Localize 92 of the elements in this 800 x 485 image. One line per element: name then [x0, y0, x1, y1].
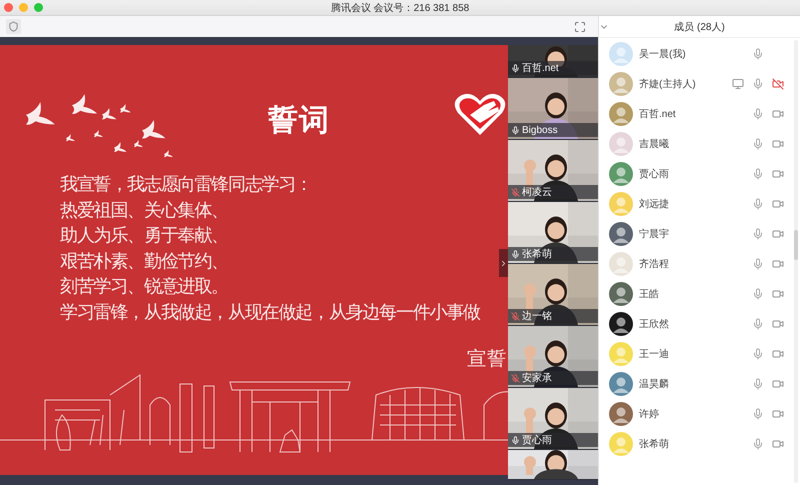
mic-icon[interactable] [752, 228, 764, 240]
mic-icon[interactable] [752, 408, 764, 420]
mic-icon[interactable] [752, 318, 764, 330]
camera-icon[interactable] [772, 108, 784, 120]
avatar [609, 192, 633, 216]
camera-icon[interactable] [772, 348, 784, 360]
avatar [609, 402, 633, 426]
participant-name: 边一铭 [522, 310, 552, 323]
member-row[interactable]: 吉晨曦 [599, 129, 800, 159]
slide-text: 我宣誓，我志愿向雷锋同志学习： [60, 173, 312, 196]
avatar [609, 72, 633, 96]
close-button[interactable] [4, 3, 13, 12]
member-name: 张希萌 [639, 438, 670, 451]
slide-text: 艰苦朴素、勤俭节约、 [60, 250, 228, 272]
camera-icon[interactable] [772, 288, 784, 300]
camera-icon[interactable] [772, 258, 784, 270]
member-name: 王一迪 [639, 348, 670, 361]
avatar [609, 42, 633, 66]
security-button[interactable] [6, 19, 21, 34]
camera-icon[interactable] [772, 138, 784, 150]
member-name: 宁晨宇 [639, 228, 670, 241]
member-row[interactable]: 贾心雨 [599, 159, 800, 189]
member-name: 百哲.net [639, 108, 677, 121]
slide-title: 誓词 [268, 103, 330, 139]
avatar [609, 342, 633, 366]
member-name: 吉晨曦 [639, 138, 670, 151]
member-row[interactable]: 温昊麟 [599, 369, 800, 399]
member-name: 齐浩程 [639, 258, 670, 271]
mic-icon[interactable] [752, 78, 764, 90]
participant-name: 柯凌云 [522, 186, 552, 199]
avatar [609, 282, 633, 306]
collapse-button[interactable] [499, 249, 508, 277]
minimize-button[interactable] [19, 3, 28, 12]
member-name: 许婷 [639, 408, 660, 421]
member-row[interactable]: 王一迪 [599, 339, 800, 369]
camera-off-icon[interactable] [772, 78, 784, 90]
member-row[interactable]: 宁晨宇 [599, 219, 800, 249]
member-row[interactable]: 张希萌 [599, 429, 800, 459]
mic-icon[interactable] [752, 138, 764, 150]
camera-icon[interactable] [772, 168, 784, 180]
zoom-button[interactable] [34, 3, 43, 12]
slide-text: 助人为乐、勇于奉献、 [60, 224, 228, 247]
member-row[interactable]: 王欣然 [599, 309, 800, 339]
camera-icon[interactable] [772, 378, 784, 390]
heart-hand-icon [454, 91, 506, 137]
window-title: 腾讯会议 会议号：216 381 858 [330, 2, 470, 14]
mic-icon[interactable] [752, 108, 764, 120]
mic-icon[interactable] [752, 378, 764, 390]
slide-text: 热爱祖国、关心集体、 [60, 198, 228, 222]
avatar [609, 432, 633, 456]
participant-name: Bigboss [522, 124, 558, 136]
mic-icon[interactable] [752, 258, 764, 270]
slide-text: 刻苦学习、锐意进取。 [60, 275, 228, 298]
camera-icon[interactable] [772, 198, 784, 210]
avatar [609, 162, 633, 186]
member-row[interactable]: 齐婕(主持人) [599, 69, 800, 99]
panel-title: 成员 (28人) [674, 20, 725, 34]
participant-name: 安家承 [522, 372, 552, 385]
member-name: 齐婕(主持人) [639, 78, 697, 91]
avatar [609, 252, 633, 276]
mic-icon[interactable] [752, 438, 764, 450]
fullscreen-button[interactable] [574, 20, 586, 32]
member-name: 王皓 [639, 288, 660, 301]
avatar [609, 102, 633, 126]
camera-icon[interactable] [772, 438, 784, 450]
camera-icon[interactable] [772, 318, 784, 330]
participant-name: 张希萌 [522, 248, 552, 261]
camera-icon[interactable] [772, 408, 784, 420]
member-row[interactable]: 齐浩程 [599, 249, 800, 279]
member-row[interactable]: 王皓 [599, 279, 800, 309]
avatar [609, 222, 633, 246]
avatar [609, 312, 633, 336]
avatar [609, 372, 633, 396]
mic-icon[interactable] [752, 288, 764, 300]
member-name: 贾心雨 [639, 168, 670, 181]
mic-icon[interactable] [752, 48, 764, 60]
member-row[interactable]: 刘远捷 [599, 189, 800, 219]
member-name: 温昊麟 [639, 378, 670, 391]
chevron-right-icon [499, 258, 508, 268]
member-row[interactable]: 许婷 [599, 399, 800, 429]
slide-text: 宣誓 [467, 347, 507, 372]
camera-icon[interactable] [772, 228, 784, 240]
avatar [609, 132, 633, 156]
member-row[interactable]: 百哲.net [599, 99, 800, 129]
member-name: 吴一晨(我) [639, 48, 687, 61]
member-name: 刘远捷 [639, 198, 670, 211]
mic-icon[interactable] [752, 198, 764, 210]
member-name: 王欣然 [639, 318, 670, 331]
slide-text: 学习雷锋，从我做起，从现在做起，从身边每一件小事做 [60, 300, 480, 324]
mic-icon[interactable] [752, 168, 764, 180]
member-row[interactable]: 吴一晨(我) [599, 39, 800, 69]
mic-icon[interactable] [752, 348, 764, 360]
